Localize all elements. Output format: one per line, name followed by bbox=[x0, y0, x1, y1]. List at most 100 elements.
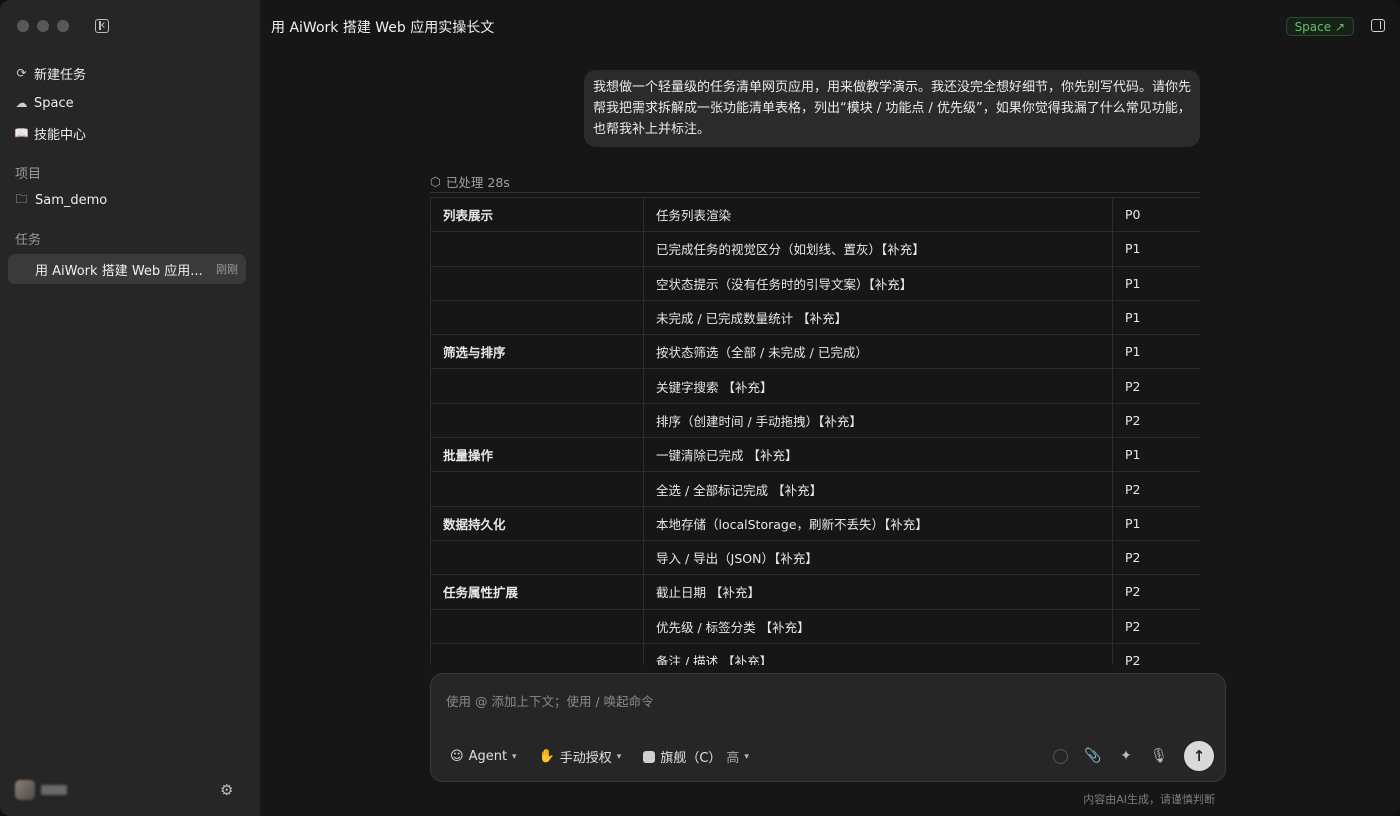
module-cell bbox=[430, 402, 644, 439]
model-dropdown[interactable]: 旗舰（C） 高 ▾ bbox=[643, 747, 749, 766]
feature-cell: 优先级 / 标签分类 【补充】 bbox=[643, 608, 1113, 644]
cloud-icon: ☁ bbox=[15, 96, 28, 110]
sidebar-item-label: 技能中心 bbox=[34, 127, 87, 143]
chevron-down-icon: ▾ bbox=[512, 751, 517, 762]
avatar bbox=[15, 780, 35, 800]
send-button[interactable]: ↑ bbox=[1184, 741, 1214, 771]
sidebar-item-label: 新建任务 bbox=[34, 67, 87, 83]
sidebar-item-space[interactable]: ☁ Space bbox=[8, 88, 246, 118]
module-cell: 筛选与排序 bbox=[430, 334, 644, 370]
module-cell: 批量操作 bbox=[430, 437, 644, 473]
module-cell bbox=[430, 368, 644, 404]
topbar: 用 AiWork 搭建 Web 应用实操长文 Space ↗ bbox=[260, 0, 1400, 52]
sidebar: ⟳ 新建任务 ☁ Space 📖 技能中心 项目 🗀 Sam_demo 任务 用… bbox=[0, 0, 260, 816]
module-cell bbox=[430, 471, 644, 507]
task-time: 刚刚 bbox=[216, 263, 238, 276]
feature-table: 列表展示 任务列表渲染 P0 已完成任务的视觉区分（如划线、置灰）【补充】 P1 空状态提… bbox=[430, 197, 1200, 665]
priority-cell: P1 bbox=[1112, 437, 1200, 473]
feature-cell: 截止日期 【补充】 bbox=[643, 574, 1113, 610]
table-row: 筛选与排序 按状态筛选（全部 / 未完成 / 已完成） P1 bbox=[430, 334, 1200, 370]
feature-cell: 关键字搜索 【补充】 bbox=[643, 368, 1113, 404]
feature-cell: 排序（创建时间 / 手动拖拽）【补充】 bbox=[643, 402, 1113, 439]
priority-cell: P1 bbox=[1112, 265, 1200, 301]
sidebar-item-label: Space bbox=[34, 95, 74, 111]
table-row: 列表展示 任务列表渲染 P0 bbox=[430, 197, 1200, 233]
microphone-icon[interactable]: 🎙 bbox=[1150, 748, 1168, 764]
priority-cell: P1 bbox=[1112, 231, 1200, 267]
table-row: 已完成任务的视觉区分（如划线、置灰）【补充】 P1 bbox=[430, 231, 1200, 267]
project-label: Sam_demo bbox=[35, 192, 108, 208]
agent-mode-dropdown[interactable]: ☺ Agent ▾ bbox=[450, 749, 517, 764]
paperclip-icon[interactable]: 📎 bbox=[1084, 748, 1101, 764]
feature-cell: 导入 / 导出（JSON）【补充】 bbox=[643, 539, 1113, 576]
module-cell: 任务属性扩展 bbox=[430, 574, 644, 610]
processed-text: 已处理 28s bbox=[445, 175, 510, 190]
maximize-window-button[interactable] bbox=[57, 20, 69, 32]
table-row: 备注 / 描述 【补充】 P2 bbox=[430, 642, 1200, 665]
sidebar-item-task[interactable]: 用 AiWork 搭建 Web 应用... 刚刚 bbox=[8, 254, 246, 284]
task-title: 用 AiWork 搭建 Web 应用... bbox=[35, 263, 203, 279]
feature-table-container[interactable]: 列表展示 任务列表渲染 P0 已完成任务的视觉区分（如划线、置灰）【补充】 P1 空状态提… bbox=[430, 197, 1200, 665]
chevron-down-icon: ▾ bbox=[616, 751, 622, 762]
sidebar-item-new-task[interactable]: ⟳ 新建任务 bbox=[8, 58, 246, 88]
user-profile[interactable] bbox=[15, 780, 67, 800]
table-row: 批量操作 一键清除已完成 【补充】 P1 bbox=[430, 437, 1200, 473]
priority-cell: P2 bbox=[1112, 368, 1200, 404]
composer-actions: 📎 ✦ 🎙 ↑ bbox=[1053, 741, 1214, 771]
sidebar-item-skills[interactable]: 📖 技能中心 bbox=[8, 118, 246, 148]
table-row: 数据持久化 本地存储（localStorage，刷新不丢失）【补充】 P1 bbox=[430, 505, 1200, 541]
model-label: 旗舰（C） bbox=[660, 751, 722, 766]
minimize-window-button[interactable] bbox=[37, 20, 49, 32]
composer-toolbar: ☺ Agent ▾ ✋ 手动授权 ▾ 旗舰（C） 高 ▾ bbox=[450, 747, 749, 766]
user-message-bubble: 我想做一个轻量级的任务清单网页应用，用来做教学演示。我还没完全想好细节，你先别写… bbox=[584, 70, 1200, 147]
sparkle-icon[interactable]: ✦ bbox=[1118, 748, 1134, 764]
authorization-dropdown[interactable]: ✋ 手动授权 ▾ bbox=[539, 747, 622, 766]
priority-cell: P2 bbox=[1112, 402, 1200, 439]
processed-status[interactable]: ⬡ 已处理 28s bbox=[430, 172, 510, 191]
message-input[interactable]: 使用 @ 添加上下文；使用 / 唤起命令 bbox=[446, 691, 654, 710]
table-row: 任务属性扩展 截止日期 【补充】 P2 bbox=[430, 574, 1200, 610]
refresh-icon: ⟳ bbox=[16, 66, 27, 80]
module-cell bbox=[430, 608, 644, 644]
collapse-sidebar-icon[interactable] bbox=[95, 19, 109, 33]
feature-cell: 空状态提示（没有任务时的引导文案）【补充】 bbox=[643, 265, 1113, 301]
sidebar-nav: ⟳ 新建任务 ☁ Space 📖 技能中心 bbox=[8, 58, 246, 148]
projects-section-label: 项目 bbox=[15, 167, 42, 182]
module-cell: 数据持久化 bbox=[430, 505, 644, 541]
priority-cell: P2 bbox=[1112, 642, 1200, 665]
feature-cell: 任务列表渲染 bbox=[643, 197, 1113, 233]
app-window: ⟳ 新建任务 ☁ Space 📖 技能中心 项目 🗀 Sam_demo 任务 用… bbox=[0, 0, 1400, 816]
auth-label: 手动授权 bbox=[559, 751, 612, 766]
composer: 使用 @ 添加上下文；使用 / 唤起命令 ☺ Agent ▾ ✋ 手动授权 ▾ … bbox=[430, 673, 1226, 782]
table-row: 关键字搜索 【补充】 P2 bbox=[430, 368, 1200, 404]
module-cell bbox=[430, 299, 644, 336]
ai-disclaimer: 内容由AI生成，请谨慎判断 bbox=[1083, 793, 1215, 806]
sidebar-item-project[interactable]: 🗀 Sam_demo bbox=[8, 186, 246, 214]
feature-cell: 未完成 / 已完成数量统计 【补充】 bbox=[643, 299, 1113, 336]
feature-cell: 本地存储（localStorage，刷新不丢失）【补充】 bbox=[643, 505, 1113, 541]
username-redacted bbox=[41, 785, 67, 795]
window-controls bbox=[17, 20, 69, 32]
context-usage-icon[interactable] bbox=[1053, 748, 1068, 764]
priority-cell: P1 bbox=[1112, 299, 1200, 336]
module-cell bbox=[430, 539, 644, 576]
priority-cell: P2 bbox=[1112, 608, 1200, 644]
page-title: 用 AiWork 搭建 Web 应用实操长文 bbox=[271, 20, 495, 36]
table-row: 导入 / 导出（JSON）【补充】 P2 bbox=[430, 539, 1200, 576]
feature-cell: 已完成任务的视觉区分（如划线、置灰）【补充】 bbox=[643, 231, 1113, 267]
priority-cell: P1 bbox=[1112, 505, 1200, 541]
divider bbox=[430, 192, 1200, 193]
gear-icon[interactable]: ⚙ bbox=[220, 783, 235, 798]
tasks-section-label: 任务 bbox=[15, 233, 42, 248]
book-icon: 📖 bbox=[14, 126, 29, 140]
table-row: 优先级 / 标签分类 【补充】 P2 bbox=[430, 608, 1200, 644]
folder-icon: 🗀 bbox=[15, 191, 28, 206]
close-window-button[interactable] bbox=[17, 20, 29, 32]
space-badge-button[interactable]: Space ↗ bbox=[1285, 17, 1354, 36]
hand-icon: ✋ bbox=[538, 749, 555, 764]
priority-cell: P2 bbox=[1112, 574, 1200, 610]
agent-label: Agent bbox=[468, 749, 508, 764]
model-icon bbox=[643, 750, 656, 763]
table-row: 未完成 / 已完成数量统计 【补充】 P1 bbox=[430, 299, 1200, 336]
toggle-panel-icon[interactable] bbox=[1371, 19, 1385, 32]
